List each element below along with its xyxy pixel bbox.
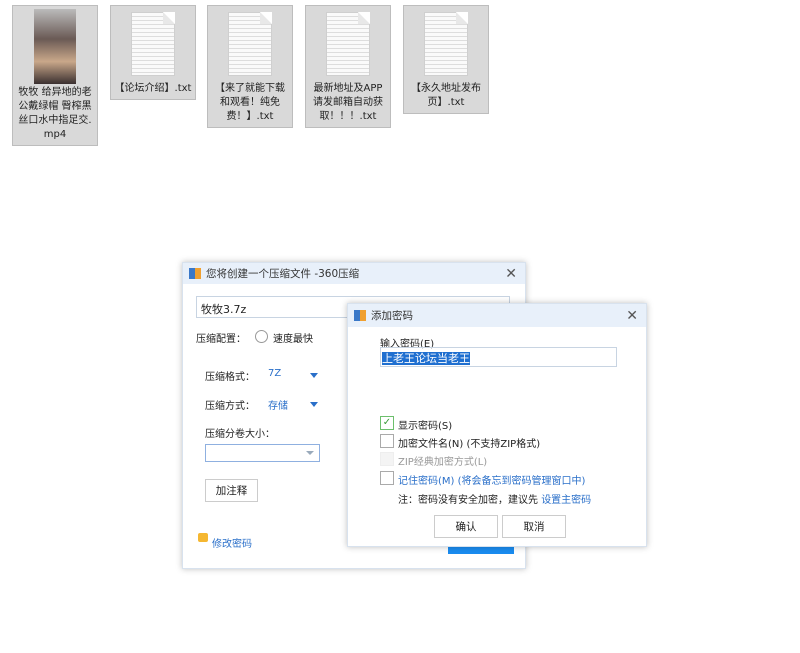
dialog-title: 添加密码 <box>371 310 413 322</box>
config-label: 压缩配置： <box>196 334 246 345</box>
file-tile-txt[interactable]: 【论坛介绍】.txt <box>110 5 196 100</box>
text-file-icon <box>326 12 370 76</box>
text-file-icon <box>424 12 468 76</box>
add-password-dialog: 添加密码 ✕ 输入密码(E) 上老王论坛当老王 ✓ 显示密码(S) 加密文件名(… <box>347 303 647 547</box>
speed-option-label: 速度最快 <box>273 334 313 345</box>
chevron-down-icon[interactable] <box>310 402 318 407</box>
file-name: 【永久地址发布页】.txt <box>411 83 481 108</box>
note-text: 注：密码没有安全加密，建议先 <box>398 495 542 506</box>
format-label: 压缩格式： <box>205 372 255 383</box>
remember-password-label[interactable]: 记住密码(M) (将会备忘到密码管理窗口中) <box>398 472 585 487</box>
app-icon <box>354 310 366 321</box>
remember-password-checkbox[interactable] <box>380 471 394 485</box>
encrypt-filenames-label: 加密文件名(N) (不支持ZIP格式) <box>398 439 541 450</box>
dialog-title: 您将创建一个压缩文件 -360压缩 <box>206 268 360 280</box>
file-tile-txt[interactable]: 最新地址及APP请发邮箱自动获取！！！.txt <box>305 5 391 128</box>
app-icon <box>189 268 201 279</box>
chevron-down-icon[interactable] <box>310 373 318 378</box>
show-password-checkbox[interactable]: ✓ <box>380 416 394 430</box>
cancel-button[interactable]: 取消 <box>502 515 566 538</box>
zip-classic-checkbox[interactable] <box>380 452 394 466</box>
file-tile-txt[interactable]: 【来了就能下载和观看！纯免费！】.txt <box>207 5 293 128</box>
show-password-label: 显示密码(S) <box>398 421 453 432</box>
format-select[interactable]: 7Z <box>268 368 281 379</box>
password-input[interactable]: 上老王论坛当老王 <box>380 347 617 367</box>
add-comment-button[interactable]: 加注释 <box>205 479 258 502</box>
file-name: 【论坛介绍】.txt <box>114 83 192 94</box>
file-name: 牧牧 给异地的老公戴绿帽 臀榨黑丝口水中指足交.mp4 <box>18 87 92 140</box>
close-icon[interactable]: ✕ <box>626 308 638 324</box>
encrypt-filenames-checkbox[interactable] <box>380 434 394 448</box>
text-file-icon <box>228 12 272 76</box>
video-thumbnail <box>34 9 76 84</box>
method-label: 压缩方式： <box>205 401 255 412</box>
close-icon[interactable]: ✕ <box>505 266 517 282</box>
password-value: 上老王论坛当老王 <box>382 352 470 365</box>
volume-label: 压缩分卷大小： <box>205 429 275 440</box>
text-file-icon <box>131 12 175 76</box>
file-tile-video[interactable]: 牧牧 给异地的老公戴绿帽 臀榨黑丝口水中指足交.mp4 <box>12 5 98 146</box>
change-password-link[interactable]: 修改密码 <box>212 535 252 550</box>
lock-icon <box>198 533 208 542</box>
file-name: 最新地址及APP请发邮箱自动获取！！！.txt <box>313 83 383 122</box>
chevron-down-icon <box>306 451 314 455</box>
zip-classic-label: ZIP经典加密方式(L) <box>398 457 488 468</box>
start-button[interactable] <box>448 546 514 554</box>
volume-size-dropdown[interactable] <box>205 444 320 462</box>
set-master-password-link[interactable]: 设置主密码 <box>541 495 591 506</box>
method-select[interactable]: 存储 <box>268 397 288 412</box>
confirm-button[interactable]: 确认 <box>434 515 498 538</box>
file-name: 【来了就能下载和观看！纯免费！】.txt <box>215 83 285 122</box>
speed-radio[interactable] <box>255 330 268 343</box>
title-bar: 添加密码 ✕ <box>348 304 646 327</box>
title-bar: 您将创建一个压缩文件 -360压缩 ✕ <box>183 263 525 284</box>
file-tile-txt[interactable]: 【永久地址发布页】.txt <box>403 5 489 114</box>
